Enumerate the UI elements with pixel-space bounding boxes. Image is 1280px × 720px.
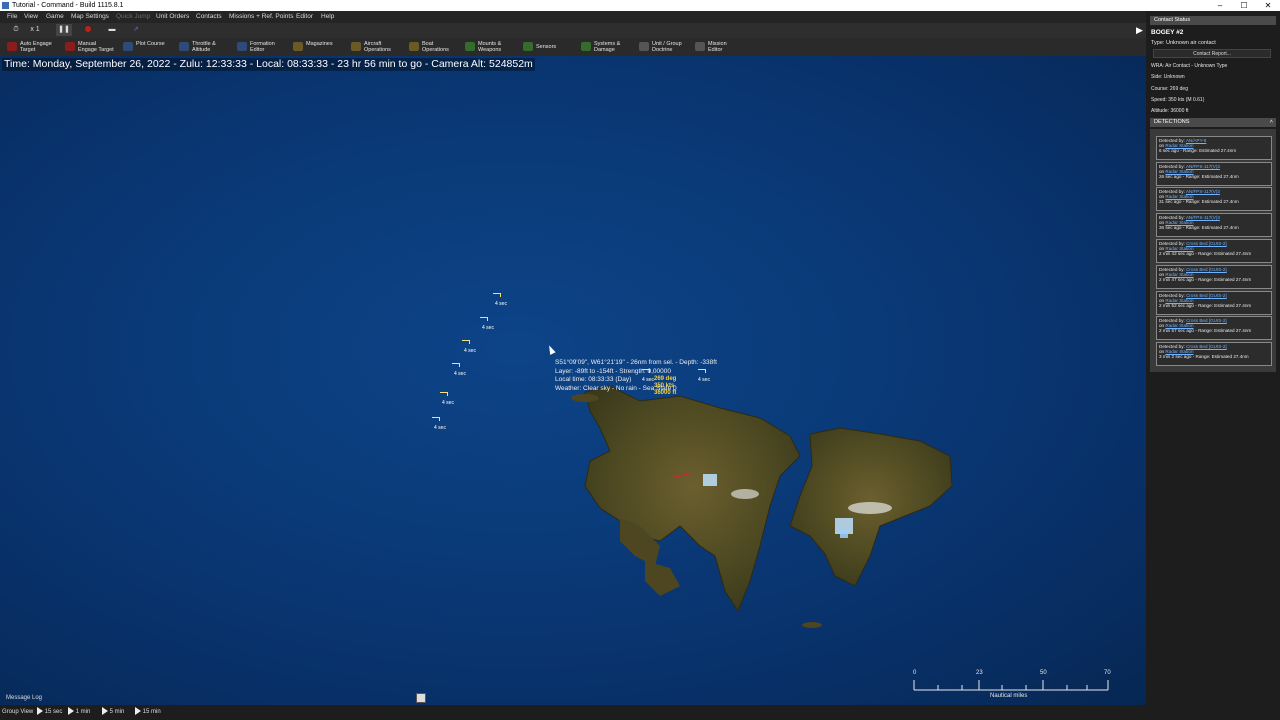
magazine-icon [293, 42, 303, 51]
doctrine-button[interactable]: Unit / Group Doctrine [636, 39, 690, 54]
detections-header[interactable]: DETECTIONS ˄ [1150, 118, 1276, 127]
contact-side: Side: Unknown [1151, 74, 1185, 80]
step-1min[interactable]: 1 min [68, 705, 90, 720]
manual-engage-button[interactable]: Manual Engage Target [62, 39, 118, 54]
detection-item: Detected by: Cross Bed [GUIS-2] on Radar… [1156, 239, 1272, 263]
menu-view[interactable]: View [24, 11, 38, 23]
west-island [584, 385, 801, 613]
step-15min[interactable]: 15 min [135, 705, 161, 720]
detection-item: Detected by: AN/FPS-117(V)3 on Radar Sta… [1156, 187, 1272, 211]
app-icon [2, 2, 9, 9]
message-log[interactable]: Message Log [0, 692, 430, 705]
target-icon [65, 42, 75, 51]
menu-file[interactable]: File [7, 11, 17, 23]
camera-icon[interactable]: ▬ [104, 24, 120, 36]
group-view-label[interactable]: Group View [2, 705, 33, 720]
maximize-button[interactable]: ☐ [1232, 0, 1256, 11]
contact-wra: WRA: Air Contact - Unknown Type [1151, 63, 1228, 69]
menu-unit-orders[interactable]: Unit Orders [156, 11, 189, 23]
detection-item: Detected by: Cross Bed [GUIS-2] on Radar… [1156, 342, 1272, 366]
formation-editor-button[interactable]: Formation Editor [234, 39, 288, 54]
time-toolbar: ⏱ x 1 ❚❚ ▬ ⇗ [0, 23, 1146, 38]
step-5min[interactable]: 5 min [102, 705, 124, 720]
time-status-bar: Time: Monday, September 26, 2022 - Zulu:… [2, 58, 535, 71]
aircraft-operations-button[interactable]: Aircraft Operations [348, 39, 402, 54]
menu-map-settings[interactable]: Map Settings [71, 11, 109, 23]
detection-item: Detected by: Cross Bed [GUIS-2] on Radar… [1156, 265, 1272, 289]
play-icon [37, 707, 43, 716]
pause-button[interactable]: ❚❚ [56, 24, 72, 36]
menu-quick-jump[interactable]: Quick Jump [116, 11, 150, 23]
contact-altitude: Altitude: 36000 ft [1151, 108, 1189, 114]
menu-help[interactable]: Help [321, 11, 334, 23]
menu-editor[interactable]: Editor [296, 11, 313, 23]
doctrine-icon [639, 42, 649, 51]
detection-item: Detected by: Cross Bed [GUIS-2] on Radar… [1156, 316, 1272, 340]
mounts-weapons-button[interactable]: Mounts & Weapons [462, 39, 516, 54]
contact-name: BOGEY #2 [1151, 29, 1184, 36]
boat-icon [409, 42, 419, 51]
command-toolbar: Auto Engage Target Manual Engage Target … [0, 38, 1146, 56]
minimize-button[interactable]: – [1208, 0, 1232, 11]
bottom-bar: Group View 15 sec 1 min 5 min 15 min [0, 705, 1146, 720]
contact-speed: Speed: 350 kts (M 0.61) [1151, 97, 1205, 103]
weapons-icon [465, 42, 475, 51]
speed-indicator[interactable]: x 1 [25, 24, 45, 36]
contact-type: Type: Unknown air contact [1151, 40, 1216, 46]
detections-list: Detected by: AN/APY-9 on Radar Station 6… [1150, 129, 1276, 372]
menu-game[interactable]: Game [46, 11, 64, 23]
throttle-icon [179, 42, 189, 51]
course-icon [123, 42, 133, 51]
contact-status-header: Contact Status [1150, 16, 1276, 25]
aircraft-icon [351, 42, 361, 51]
play-icon [135, 707, 141, 716]
contact-course: Course: 269 deg [1151, 86, 1188, 92]
play-icon [102, 707, 108, 716]
window-titlebar: Tutorial - Command - Build 1115.8.1 – ☐ … [0, 0, 1280, 11]
detection-item: Detected by: AN/FPS-117(V)3 on Radar Sta… [1156, 213, 1272, 237]
menu-bar: File View Game Map Settings Quick Jump U… [0, 11, 1146, 23]
detection-item: Detected by: AN/FPS-117(V)3 on Radar Sta… [1156, 162, 1272, 186]
menu-missions[interactable]: Missions + Ref. Points [229, 11, 293, 23]
plot-course-button[interactable]: Plot Course [120, 39, 174, 54]
target-icon [7, 42, 17, 51]
close-button[interactable]: ✕ [1256, 0, 1280, 11]
detection-item: Detected by: Cross Bed [GUIS-2] on Radar… [1156, 291, 1272, 315]
mission-icon [695, 42, 705, 51]
detection-item: Detected by: AN/APY-9 on Radar Station 6… [1156, 136, 1272, 160]
sensor-icon [523, 42, 533, 51]
gear-icon [581, 42, 591, 51]
play-icon [68, 707, 74, 716]
throttle-button[interactable]: Throttle & Altitude [176, 39, 232, 54]
formation-icon [237, 42, 247, 51]
mission-editor-button[interactable]: Mission Editor [692, 39, 742, 54]
menu-contacts[interactable]: Contacts [196, 11, 222, 23]
auto-engage-button[interactable]: Auto Engage Target [4, 39, 60, 54]
boat-operations-button[interactable]: Boat Operations [406, 39, 460, 54]
expand-log-button[interactable] [416, 693, 426, 703]
systems-damage-button[interactable]: Systems & Damage [578, 39, 632, 54]
contact-report-button[interactable]: Contact Report... [1153, 49, 1271, 58]
record-icon[interactable] [80, 24, 96, 36]
step-15sec[interactable]: 15 sec [37, 705, 62, 720]
window-title: Tutorial - Command - Build 1115.8.1 [12, 2, 124, 9]
map-hover-tooltip: S51°09'09", W61°21'19" - 26nm from sel. … [555, 359, 717, 392]
collapse-icon[interactable]: ˄ [1270, 118, 1273, 127]
sensors-button[interactable]: Sensors [520, 39, 574, 54]
clock-icon[interactable]: ⏱ [10, 24, 22, 36]
base-icon [703, 474, 717, 486]
jump-icon[interactable]: ⇗ [128, 24, 144, 36]
collapse-panel-icon[interactable]: ▶ [1136, 25, 1143, 36]
magazines-button[interactable]: Magazines [290, 39, 344, 54]
scale-bar: 0 23 50 70 Nautical miles [913, 670, 1111, 699]
